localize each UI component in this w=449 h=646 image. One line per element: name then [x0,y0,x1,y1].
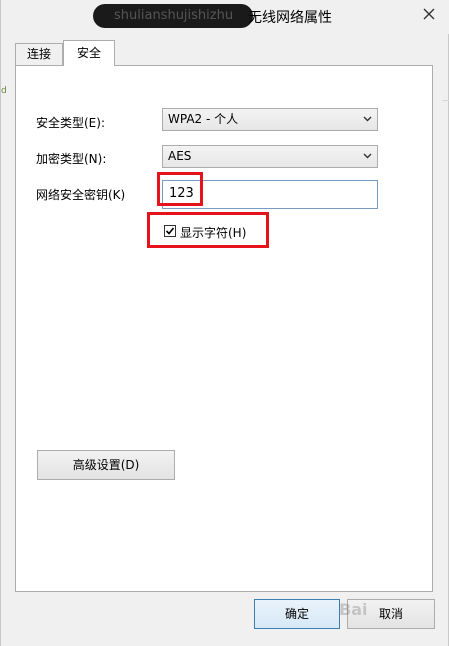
close-button[interactable] [410,0,448,22]
window-title: 无线网络属性 [248,10,332,26]
security-type-label: 安全类型(E): [36,116,105,130]
network-key-input[interactable]: 123 [162,180,378,209]
wireless-properties-window: shulianshujishizhu 无线网络属性 d 连接 安全 安全类型(E… [0,0,449,646]
encryption-type-value: AES [168,149,192,163]
network-key-label: 网络安全密钥(K) [36,188,126,202]
encryption-type-label: 加密类型(N): [36,152,107,166]
cancel-button[interactable]: 取消 [347,599,435,629]
background-edge-fragment: d [1,86,7,96]
tab-security[interactable]: 安全 [63,40,115,66]
title-network-name: shulianshujishizhu [114,8,234,23]
checkmark-icon [165,227,175,235]
show-characters-label: 显示字符(H) [180,226,247,240]
chevron-down-icon [363,153,372,159]
checkbox-box [164,225,176,237]
security-type-value: WPA2 - 个人 [168,112,239,126]
ok-button[interactable]: 确定 [254,599,340,629]
background-edge-line [442,100,449,121]
security-panel: 安全类型(E): WPA2 - 个人 加密类型(N): AES 网络安全密钥(K… [15,65,433,592]
network-key-value: 123 [169,186,194,201]
security-type-dropdown[interactable]: WPA2 - 个人 [162,108,378,131]
chevron-down-icon [363,116,372,122]
encryption-type-dropdown[interactable]: AES [162,145,378,168]
title-bar[interactable]: shulianshujishizhu 无线网络属性 [1,0,449,34]
advanced-settings-button[interactable]: 高级设置(D) [37,450,175,480]
show-characters-checkbox[interactable]: 显示字符(H) [164,224,274,240]
close-icon [423,8,435,19]
tab-connection[interactable]: 连接 [15,43,63,65]
